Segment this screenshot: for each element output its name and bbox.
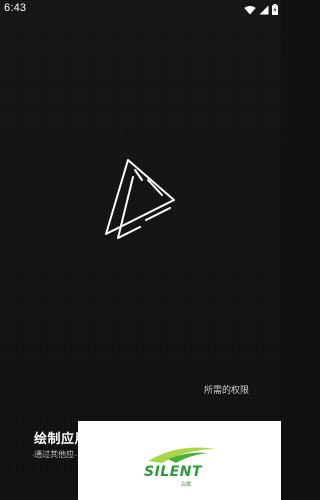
- watermark: SILENT 白鹭: [78, 421, 281, 500]
- app-screen: 6:43 所需的权限 绘制应用程序 SILENT 白鹭: [0, 0, 281, 500]
- watermark-subtext: 白鹭: [181, 482, 192, 488]
- status-time: 6:43: [4, 2, 27, 14]
- divider: [32, 455, 80, 456]
- battery-icon: [272, 4, 278, 15]
- play-triangle-logo-icon: [100, 158, 178, 242]
- signal-icon: [259, 5, 269, 15]
- permissions-link[interactable]: 所需的权限: [204, 383, 249, 396]
- wifi-icon: [244, 5, 256, 15]
- watermark-wordmark: SILENT: [144, 464, 203, 480]
- status-icons: [244, 3, 278, 16]
- status-bar: 6:43: [0, 0, 281, 20]
